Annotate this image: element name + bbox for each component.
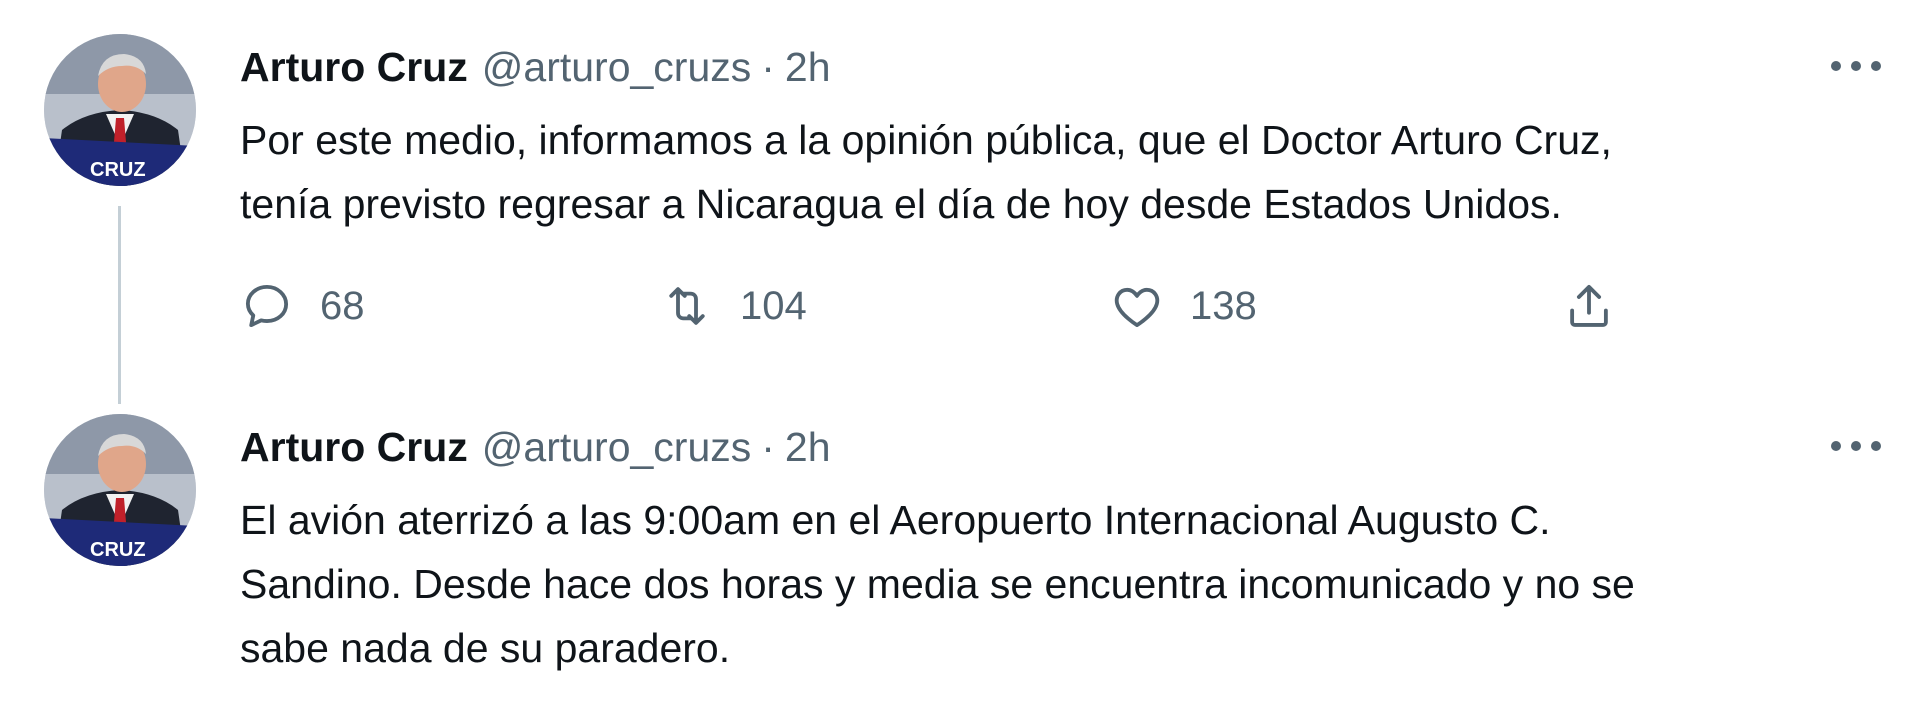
tweet-text-line: Sandino. Desde hace dos horas y media se… xyxy=(240,561,1635,607)
reply-count: 68 xyxy=(320,283,365,328)
more-horizontal-icon xyxy=(1831,61,1881,71)
reply-bubble-icon xyxy=(245,284,289,328)
tweet-header: Arturo Cruz @arturo_cruzs · 2h xyxy=(240,42,831,92)
heart-icon xyxy=(1114,287,1160,328)
tweet-header: Arturo Cruz @arturo_cruzs · 2h xyxy=(240,422,831,472)
retweet-count: 104 xyxy=(740,283,807,328)
retweet-button[interactable]: 104 xyxy=(660,274,807,338)
avatar[interactable]: CRUZ xyxy=(44,34,196,186)
more-horizontal-icon xyxy=(1831,441,1881,451)
more-options-button[interactable] xyxy=(1826,44,1886,88)
avatar-photo: CRUZ xyxy=(44,414,196,566)
like-button[interactable]: 138 xyxy=(1110,274,1257,338)
author-name[interactable]: Arturo Cruz xyxy=(240,42,468,92)
tweet-text-line: Por este medio, informamos a la opinión … xyxy=(240,117,1612,163)
separator-dot: · xyxy=(761,424,775,470)
tweet-text-line: tenía previsto regresar a Nicaragua el d… xyxy=(240,181,1562,227)
reply-button[interactable]: 68 xyxy=(240,274,365,338)
tweet-timestamp[interactable]: 2h xyxy=(785,42,831,92)
tweet-text: Por este medio, informamos a la opinión … xyxy=(240,108,1890,236)
tweet[interactable]: CRUZ Arturo Cruz @arturo_cruzs · 2h El a… xyxy=(0,380,1920,707)
avatar-badge-text: CRUZ xyxy=(90,159,146,181)
retweet-arrows-icon xyxy=(669,287,705,325)
tweet[interactable]: CRUZ Arturo Cruz @arturo_cruzs · 2h Por … xyxy=(0,0,1920,380)
tweet-timestamp[interactable]: 2h xyxy=(785,422,831,472)
avatar[interactable]: CRUZ xyxy=(44,414,196,566)
share-upload-icon xyxy=(1570,284,1608,327)
tweet-text: El avión aterrizó a las 9:00am en el Aer… xyxy=(240,488,1890,680)
tweet-actions: 68 104 138 xyxy=(240,274,1640,338)
separator-dot: · xyxy=(761,44,775,90)
tweet-text-line: sabe nada de su paradero. xyxy=(240,625,731,671)
author-handle[interactable]: @arturo_cruzs xyxy=(482,42,751,92)
tweet-text-line: El avión aterrizó a las 9:00am en el Aer… xyxy=(240,497,1551,543)
avatar-badge-text: CRUZ xyxy=(90,539,146,561)
more-options-button[interactable] xyxy=(1826,424,1886,468)
tweet-thread: CRUZ Arturo Cruz @arturo_cruzs · 2h Por … xyxy=(0,0,1920,707)
share-button[interactable] xyxy=(1562,274,1616,338)
author-name[interactable]: Arturo Cruz xyxy=(240,422,468,472)
like-count: 138 xyxy=(1190,283,1257,328)
author-handle[interactable]: @arturo_cruzs xyxy=(482,422,751,472)
avatar-photo: CRUZ xyxy=(44,34,196,186)
